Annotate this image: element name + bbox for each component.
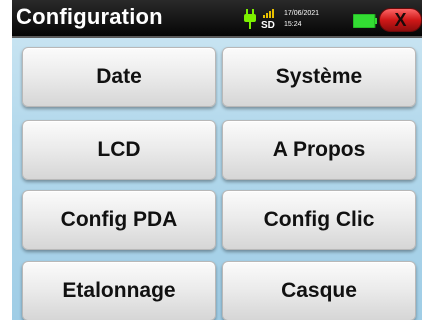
page-title: Configuration [16,4,163,29]
date-button-label: Date [96,65,142,88]
date-button[interactable]: Date [22,47,216,107]
time-display: 15:24 [284,21,302,28]
top-bar: Configuration SD 17/06/2021 15:24 X [12,0,422,38]
close-button[interactable]: X [379,8,422,32]
sd-card-label: SD [261,20,275,31]
configuration-screen: Configuration SD 17/06/2021 15:24 X Date… [12,0,422,320]
config-clic-button-label: Config Clic [263,208,375,231]
lcd-button-label: LCD [97,138,141,161]
etalonnage-button[interactable]: Etalonnage [22,261,216,320]
a-propos-button-label: A Propos [272,138,366,161]
close-symbol: X [394,10,406,30]
date-display: 17/06/2021 [284,10,320,17]
config-pda-button-label: Config PDA [60,208,178,231]
a-propos-button[interactable]: A Propos [222,120,416,180]
systeme-button[interactable]: Système [222,47,416,107]
signal-icon [263,9,274,18]
casque-button-label: Casque [281,279,357,302]
plug-icon [244,9,256,29]
casque-button[interactable]: Casque [222,261,416,320]
config-clic-button[interactable]: Config Clic [222,190,416,250]
config-pda-button[interactable]: Config PDA [22,190,216,250]
systeme-button-label: Système [275,65,363,88]
lcd-button[interactable]: LCD [22,120,216,180]
close-icon: X [379,8,422,32]
battery-icon [353,14,377,28]
etalonnage-button-label: Etalonnage [62,279,176,302]
